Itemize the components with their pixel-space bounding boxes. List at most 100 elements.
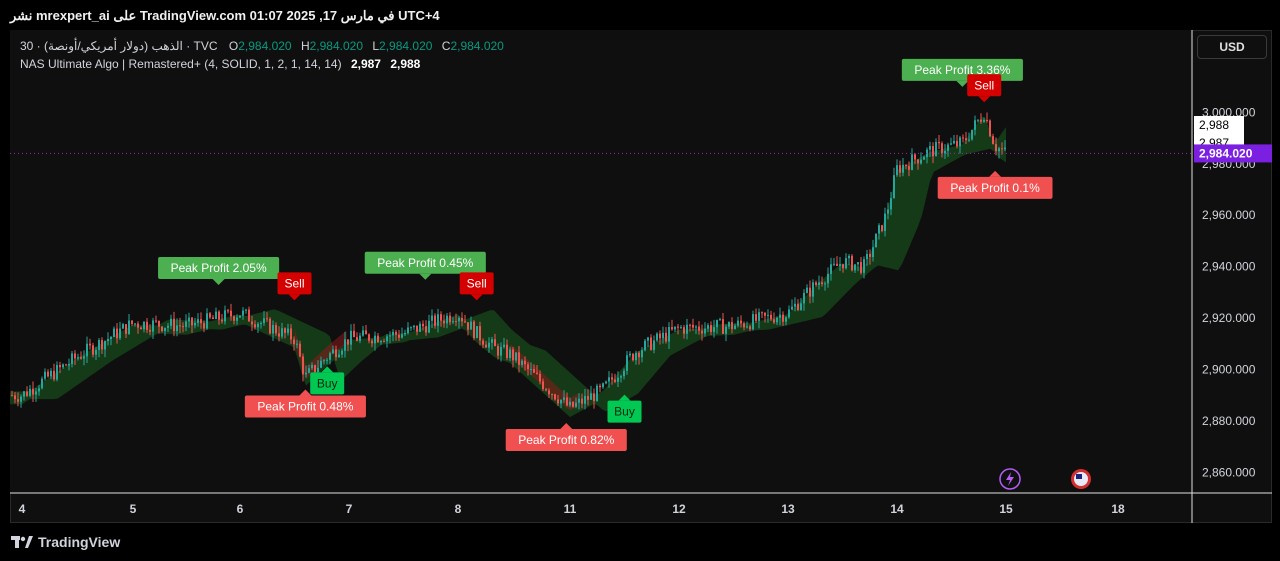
- last-price-tag: 2,984.020: [1199, 146, 1253, 160]
- candle-body: [167, 325, 169, 328]
- candle-body: [359, 335, 361, 341]
- candle-body: [185, 321, 187, 327]
- candle-body: [896, 165, 898, 176]
- candle-body: [563, 397, 565, 400]
- candle-body: [518, 352, 520, 365]
- candle-body: [857, 262, 859, 265]
- tradingview-brand: TradingView: [38, 534, 121, 550]
- candle-body: [464, 321, 466, 323]
- tradingview-icon: [11, 536, 33, 548]
- candle-body: [839, 264, 841, 266]
- candle-body: [761, 312, 763, 314]
- candle-body: [95, 349, 97, 355]
- candle-body: [632, 353, 634, 361]
- time-tick-label: 13: [781, 502, 795, 516]
- candle-body: [818, 282, 820, 285]
- candle-body: [383, 341, 385, 343]
- candle-body: [923, 157, 925, 160]
- candle-body: [347, 339, 349, 345]
- candle-body: [335, 349, 337, 358]
- candle-body: [602, 383, 604, 388]
- time-tick-label: 11: [564, 502, 577, 516]
- price-chart[interactable]: Peak Profit 2.05% Sell Buy Peak Profit 0.48…: [10, 30, 1272, 523]
- candle-body: [299, 343, 301, 357]
- currency-button[interactable]: USD: [1197, 35, 1267, 59]
- candle-body: [533, 368, 535, 373]
- candle-body: [38, 388, 40, 392]
- candle-body: [743, 323, 745, 328]
- candle-body: [119, 328, 121, 339]
- candle-body: [53, 370, 55, 380]
- candle-body: [851, 255, 853, 271]
- candle-body: [113, 328, 115, 337]
- signal-text: Sell: [467, 276, 487, 290]
- candle-body: [617, 377, 619, 382]
- indicator-name: NAS Ultimate Algo | Remastered+ (4, SOLI…: [20, 57, 342, 71]
- candle-body: [149, 329, 151, 332]
- candle-body: [545, 389, 547, 391]
- candle-body: [875, 233, 877, 248]
- candle-body: [557, 399, 559, 404]
- candle-body: [584, 395, 586, 404]
- high-label: H: [300, 39, 310, 53]
- candle-body: [338, 354, 340, 358]
- candle-body: [98, 340, 100, 350]
- candle-body: [782, 314, 784, 322]
- candle-body: [767, 314, 769, 316]
- candle-body: [440, 314, 442, 321]
- candle-body: [764, 312, 766, 316]
- candle-body: [947, 144, 949, 151]
- candle-body: [419, 323, 421, 332]
- candle-body: [329, 353, 331, 360]
- candle-body: [887, 209, 889, 214]
- candle-body: [593, 393, 595, 402]
- candle-body: [809, 287, 811, 297]
- candle-body: [230, 310, 232, 317]
- tradingview-logo[interactable]: TradingView: [11, 534, 120, 550]
- candle-body: [266, 318, 268, 320]
- candle-body: [482, 340, 484, 345]
- candle-body: [755, 314, 757, 321]
- candle-body: [194, 322, 196, 326]
- candle-body: [272, 325, 274, 334]
- candle-body: [479, 326, 481, 341]
- candle-body: [491, 339, 493, 343]
- candle-body: [521, 360, 523, 365]
- time-tick-label: 5: [130, 502, 137, 516]
- time-tick-label: 18: [1111, 502, 1125, 516]
- candle-body: [173, 318, 175, 332]
- candle-body: [740, 320, 742, 324]
- candle-body: [362, 330, 364, 336]
- candle-body: [734, 325, 736, 330]
- indicator-legend[interactable]: NAS Ultimate Algo | Remastered+ (4, SOLI…: [20, 57, 420, 71]
- candle-body: [434, 315, 436, 326]
- candle-body: [50, 370, 52, 377]
- candle-body: [470, 321, 472, 330]
- candle-body: [941, 143, 943, 154]
- candle-body: [650, 337, 652, 350]
- time-tick-label: 4: [19, 502, 26, 516]
- candle-body: [80, 357, 82, 359]
- candle-body: [332, 349, 334, 354]
- candle-body: [539, 373, 541, 382]
- candle-body: [395, 331, 397, 335]
- candle-body: [920, 159, 922, 164]
- candle-body: [380, 341, 382, 343]
- candle-body: [410, 327, 412, 329]
- candle-body: [215, 311, 217, 320]
- candle-body: [629, 353, 631, 356]
- candle-body: [656, 333, 658, 341]
- candle-body: [485, 344, 487, 348]
- candle-body: [350, 330, 352, 345]
- candle-body: [515, 352, 517, 361]
- candle-body: [104, 341, 106, 350]
- candle-body: [623, 370, 625, 377]
- candle-body: [560, 399, 562, 404]
- candle-body: [890, 198, 892, 210]
- candle-body: [992, 136, 994, 145]
- candle-body: [377, 335, 379, 343]
- candle-body: [611, 377, 613, 380]
- signal-text: Peak Profit 2.05%: [171, 261, 267, 275]
- candle-body: [824, 283, 826, 285]
- candle-body: [413, 325, 415, 328]
